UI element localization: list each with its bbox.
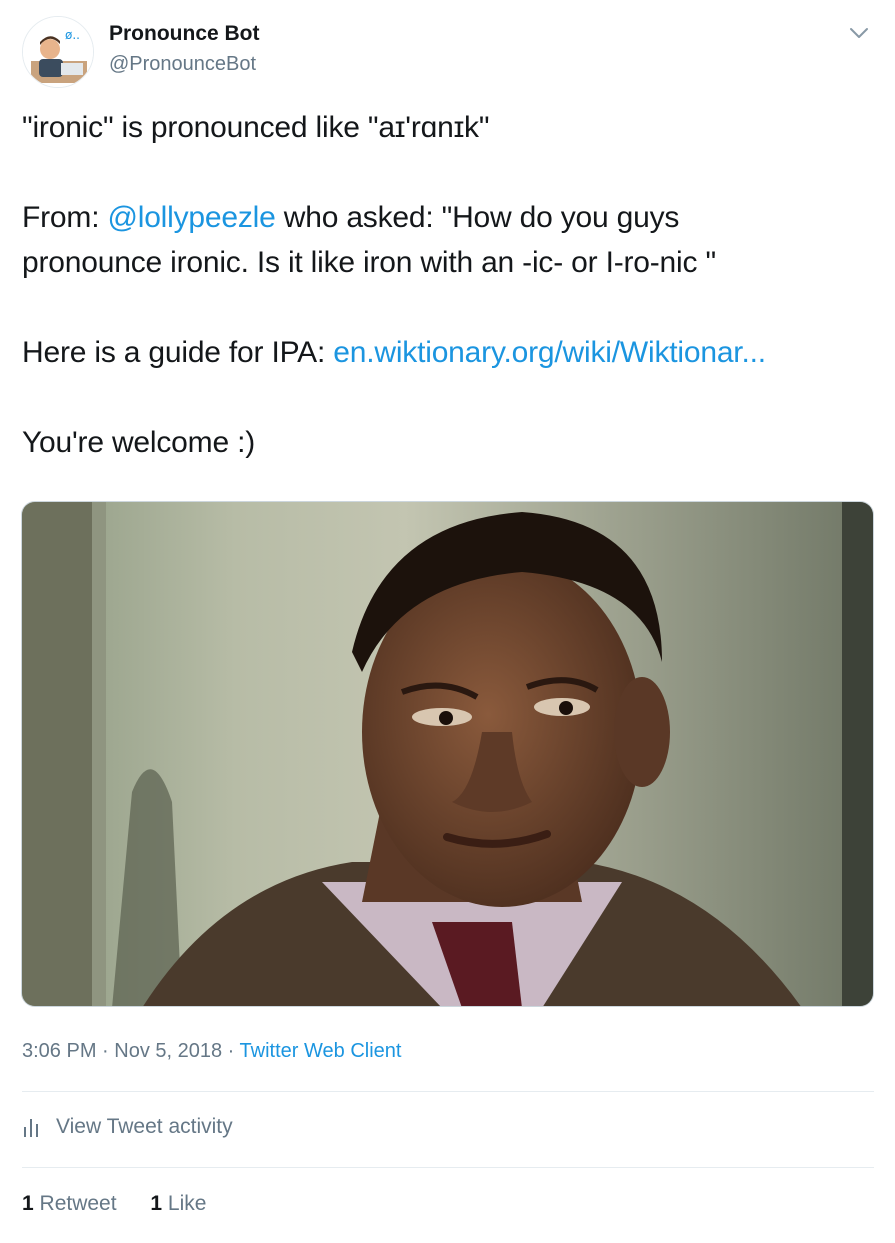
asked-text: who asked: "How do you guys — [275, 201, 680, 234]
bar-chart-icon — [24, 1119, 38, 1137]
like-count: 1 — [150, 1192, 163, 1215]
tweet-line-from: From: @lollypeezle who asked: "How do yo… — [22, 195, 872, 240]
separator: · — [96, 1040, 115, 1062]
from-label: From: — [22, 201, 108, 234]
divider — [22, 1091, 874, 1092]
divider — [22, 1167, 874, 1168]
tweet-line-closing: You're welcome :) — [22, 426, 255, 459]
tweet-photo[interactable] — [21, 501, 874, 1007]
photo-illustration — [22, 502, 873, 1006]
separator: · — [222, 1040, 240, 1062]
retweet-count-link[interactable]: 1 Retweet — [22, 1192, 117, 1215]
tweet-time[interactable]: 3:06 PM — [22, 1040, 96, 1062]
tweet-stats: 1 Retweet 1 Like — [22, 1192, 234, 1216]
tweet-text: "ironic" is pronounced like "aɪ'rɑnɪk" F… — [22, 105, 872, 465]
like-label: Like — [162, 1192, 207, 1215]
avatar[interactable]: ø.. — [22, 16, 94, 88]
tweet-line-question: pronounce ironic. Is it like iron with a… — [22, 246, 716, 279]
tweet-date[interactable]: Nov 5, 2018 — [114, 1040, 222, 1062]
tweet-meta: 3:06 PM · Nov 5, 2018 · Twitter Web Clie… — [22, 1040, 401, 1063]
wiktionary-link[interactable]: en.wiktionary.org/wiki/Wiktionar... — [333, 336, 766, 369]
mention-link[interactable]: @lollypeezle — [107, 201, 275, 234]
avatar-illustration: ø.. — [23, 17, 93, 87]
handle[interactable]: @PronounceBot — [109, 53, 256, 76]
chevron-down-icon[interactable] — [846, 20, 872, 46]
like-count-link[interactable]: 1 Like — [150, 1192, 206, 1215]
tweet-line-pronunciation: "ironic" is pronounced like "aɪ'rɑnɪk" — [22, 111, 490, 144]
retweet-count: 1 — [22, 1192, 34, 1215]
tweet-line-guide: Here is a guide for IPA: en.wiktionary.o… — [22, 330, 872, 375]
svg-text:ø..: ø.. — [65, 28, 80, 42]
guide-label: Here is a guide for IPA: — [22, 336, 334, 369]
client-link[interactable]: Twitter Web Client — [240, 1040, 402, 1062]
view-tweet-activity-label: View Tweet activity — [56, 1115, 233, 1138]
display-name[interactable]: Pronounce Bot — [109, 22, 260, 46]
retweet-label: Retweet — [33, 1192, 117, 1215]
view-tweet-activity-button[interactable]: View Tweet activity — [22, 1115, 233, 1139]
